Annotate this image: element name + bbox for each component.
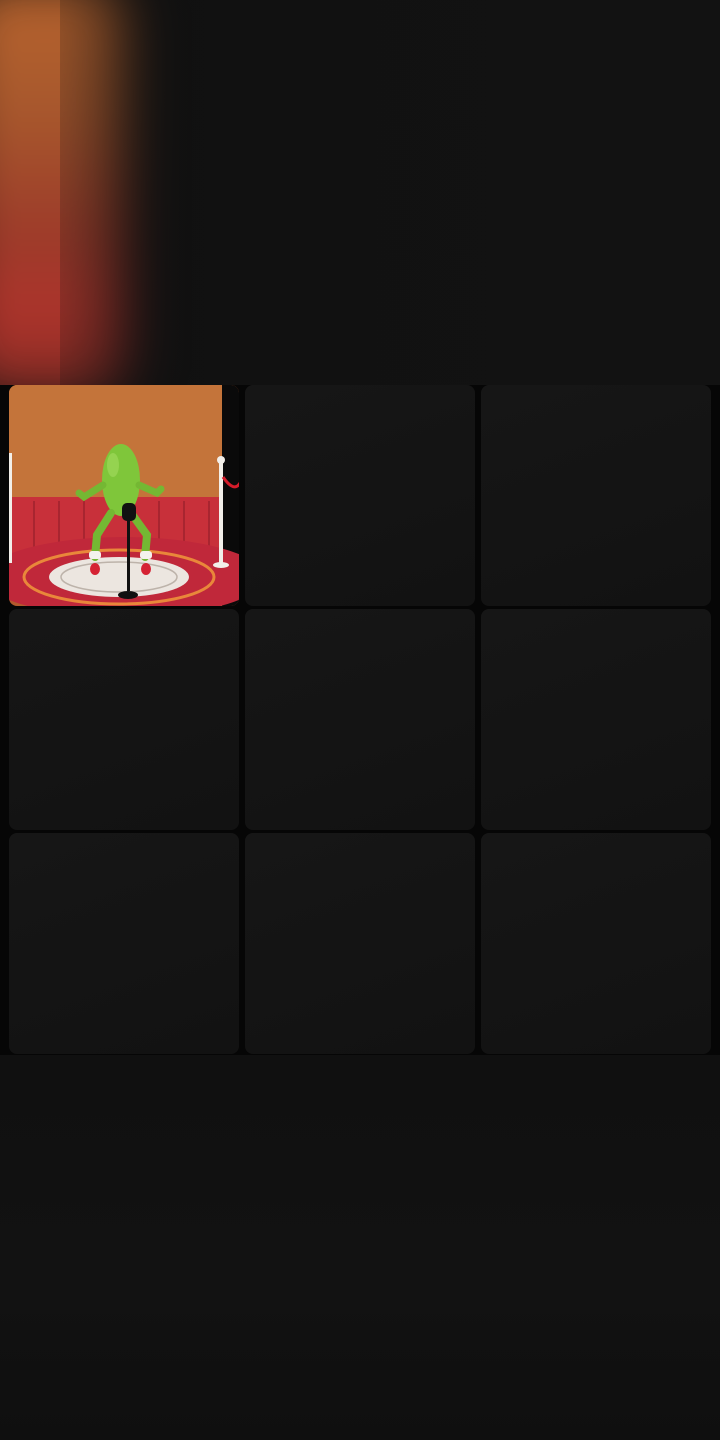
grid-tile-7[interactable] [9,833,239,1054]
bottom-dark-area [0,1055,720,1440]
preview-dark-area [60,0,720,385]
app-screen [0,0,720,1440]
dancing-pickle-thumbnail [9,385,239,606]
grid-tile-4[interactable] [9,609,239,830]
video-grid [0,385,720,1055]
top-video-preview[interactable] [0,0,720,385]
thumbnail-stage-center [49,557,189,597]
grid-tile-2[interactable] [245,385,475,606]
grid-tile-6[interactable] [481,609,711,830]
grid-tile-3[interactable] [481,385,711,606]
grid-tile-8[interactable] [245,833,475,1054]
grid-tile-5[interactable] [245,609,475,830]
grid-tile-1[interactable] [9,385,239,606]
grid-tile-9[interactable] [481,833,711,1054]
